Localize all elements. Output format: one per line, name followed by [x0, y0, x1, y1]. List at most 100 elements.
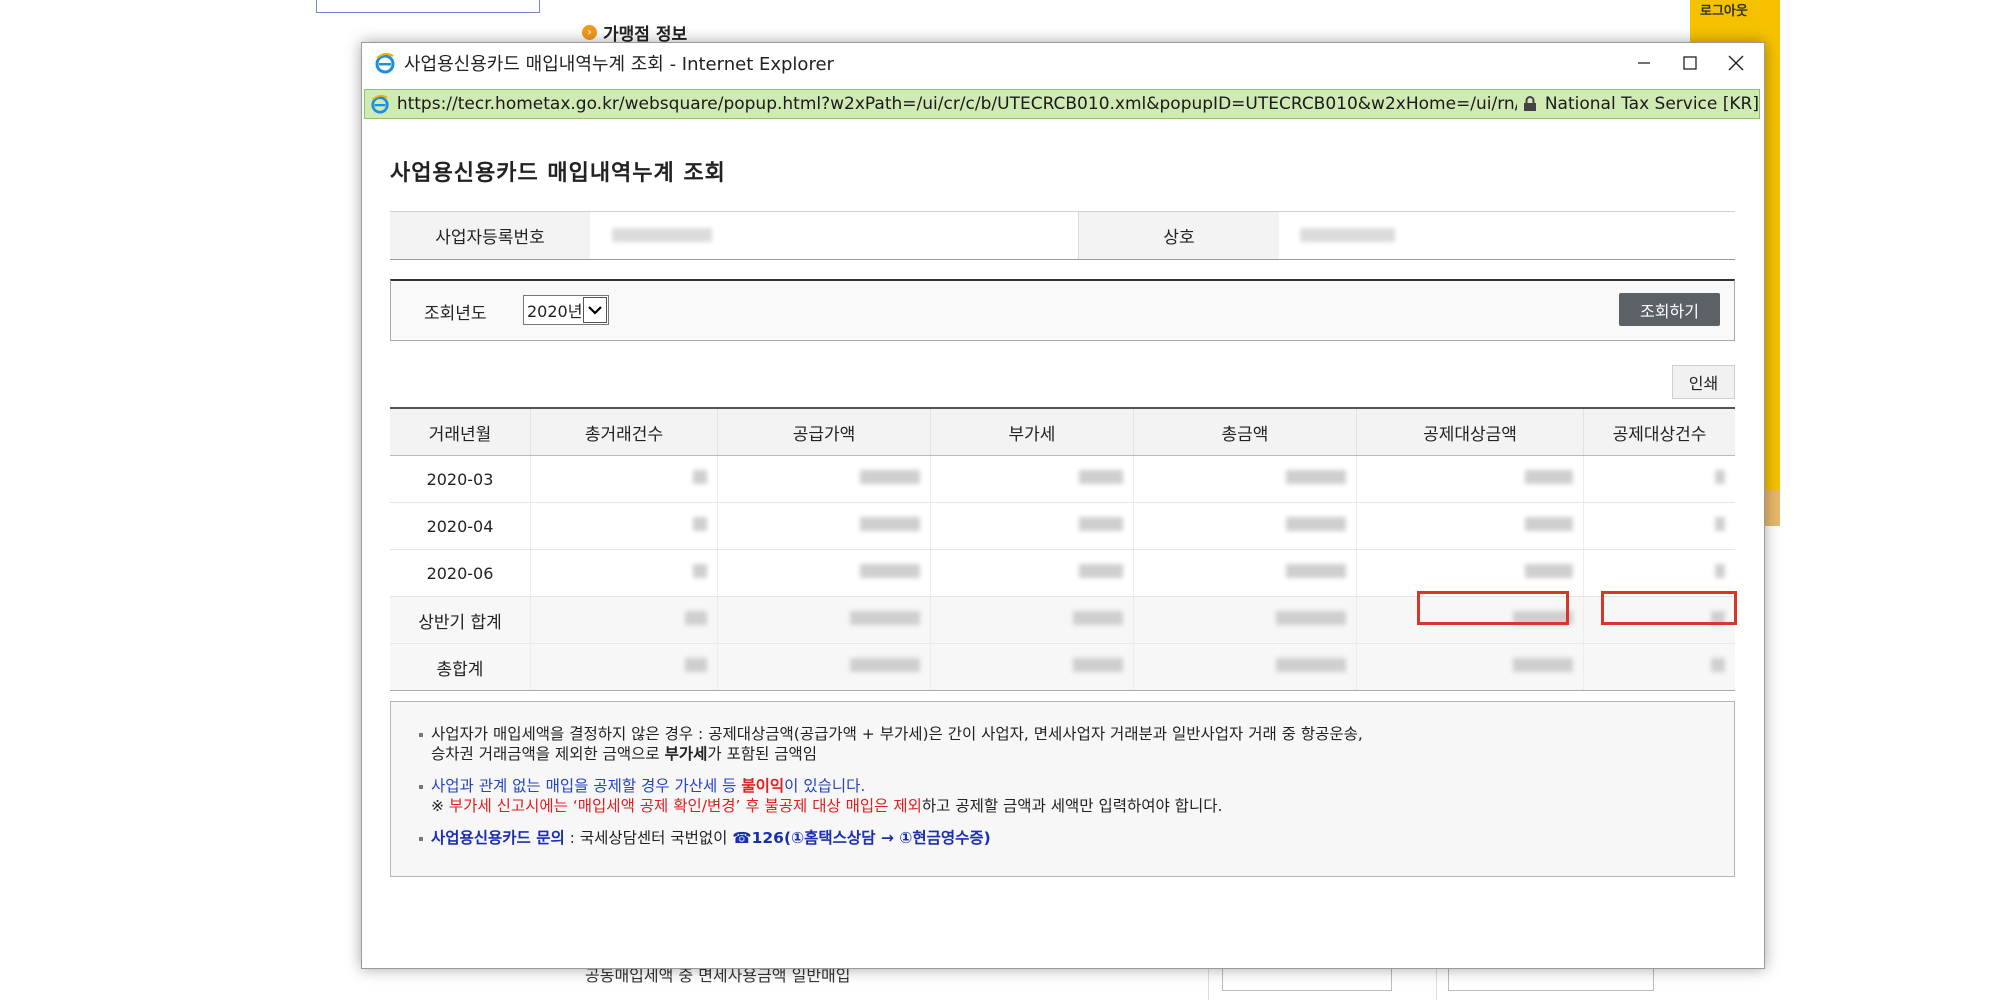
redacted-value: [693, 517, 707, 531]
redacted-value: [1715, 517, 1725, 531]
notice-emphasis: 불이익: [741, 777, 785, 795]
column-header: 거래년월: [390, 407, 531, 456]
print-button[interactable]: 인쇄: [1672, 365, 1735, 399]
redacted-value: [685, 658, 707, 672]
table-row: 2020-03: [390, 455, 1735, 503]
table-cell: [930, 549, 1134, 597]
address-bar[interactable]: https://tecr.hometax.go.kr/websquare/pop…: [364, 89, 1760, 119]
minimize-button[interactable]: [1624, 49, 1664, 77]
table-cell: [1583, 549, 1735, 597]
table-cell: [530, 549, 718, 597]
table-cell: [1133, 643, 1357, 691]
bullet-icon: [419, 732, 423, 737]
redacted-value: [1079, 470, 1123, 484]
table-cell: [930, 502, 1134, 550]
redacted-value: [1286, 517, 1346, 531]
column-header: 공제대상금액: [1356, 407, 1584, 456]
minimize-icon: [1638, 62, 1650, 64]
business-info-row: 사업자등록번호 상호: [390, 211, 1735, 260]
search-button[interactable]: 조회하기: [1619, 293, 1720, 326]
row-label: 2020-04: [390, 502, 531, 550]
redacted-value: [1286, 564, 1346, 578]
popup-window: 사업용신용카드 매입내역누계 조회 - Internet Explorer ht…: [361, 42, 1765, 969]
row-label: 총합계: [390, 643, 531, 691]
redacted-value: [860, 517, 920, 531]
redacted-value: [850, 658, 920, 672]
year-label: 조회년도: [424, 304, 487, 324]
redacted-value: [1525, 470, 1573, 484]
redacted-value: [1711, 658, 1725, 672]
table-header-row: 거래년월 총거래건수 공급가액 부가세 총금액 공제대상금액 공제대상건수: [390, 407, 1735, 456]
logout-link[interactable]: 로그아웃: [1700, 0, 1748, 19]
address-url[interactable]: https://tecr.hometax.go.kr/websquare/pop…: [397, 94, 1517, 114]
window-titlebar[interactable]: 사업용신용카드 매입내역누계 조회 - Internet Explorer: [362, 43, 1764, 83]
page-title: 사업용신용카드 매입내역누계 조회: [390, 161, 726, 186]
inquiry-link[interactable]: 사업용신용카드 문의: [431, 829, 565, 847]
highlight-box-deductible-amount: [1417, 591, 1569, 625]
business-number-value-redacted: [612, 228, 712, 242]
company-name-label: 상호: [1078, 212, 1279, 259]
chevron-right-icon: ›: [582, 25, 597, 40]
table-cell: [530, 455, 718, 503]
year-select[interactable]: 2020년: [523, 295, 609, 325]
close-button[interactable]: [1716, 49, 1756, 77]
notice-item: 사업자가 매입세액을 결정하지 않은 경우 : 공제대상금액(공급가액 + 부가…: [419, 724, 1363, 764]
table-cell: [1583, 502, 1735, 550]
site-identity[interactable]: National Tax Service [KR]: [1545, 94, 1759, 114]
year-select-value: 2020년: [527, 302, 583, 321]
table-row: 2020-06: [390, 549, 1735, 597]
column-header: 총금액: [1133, 407, 1357, 456]
table-cell: [530, 596, 718, 644]
notice-text: 하고 공제할 금액과 세액만 입력하여야 합니다.: [921, 797, 1223, 815]
notice-text: 가 포함된 금액임: [707, 745, 818, 763]
window-title: 사업용신용카드 매입내역누계 조회 - Internet Explorer: [404, 54, 834, 75]
redacted-value: [1715, 564, 1725, 578]
redacted-value: [1286, 470, 1346, 484]
row-label: 2020-06: [390, 549, 531, 597]
redacted-value: [1073, 658, 1123, 672]
table-cell: [1133, 455, 1357, 503]
table-cell: [1356, 549, 1584, 597]
lock-icon[interactable]: [1523, 96, 1537, 112]
table-cell: [930, 643, 1134, 691]
internet-explorer-icon: [374, 52, 396, 74]
background-input: [316, 0, 540, 13]
notice-text: 사업자가 매입세액을 결정하지 않은 경우 : 공제대상금액(공급가액 + 부가…: [431, 725, 1363, 743]
notice-text: 승차권 거래금액을 제외한 금액으로: [431, 745, 665, 763]
redacted-value: [1513, 658, 1573, 672]
notice-text: ※: [431, 797, 449, 815]
company-name-value-redacted: [1300, 228, 1395, 242]
close-icon: [1728, 55, 1744, 71]
notice-emphasis: 부가세: [664, 745, 708, 763]
table-row: 2020-04: [390, 502, 1735, 550]
maximize-button[interactable]: [1670, 49, 1710, 77]
redacted-value: [1525, 517, 1573, 531]
table-body: 2020-03 2020-04 2020-06 상반기 합계 총합계: [390, 455, 1735, 691]
table-cell: [530, 502, 718, 550]
bullet-icon: [419, 784, 423, 789]
notice-box: 사업자가 매입세액을 결정하지 않은 경우 : 공제대상금액(공급가액 + 부가…: [390, 701, 1735, 877]
notice-text: : 국세상담센터 국번없이: [564, 829, 733, 847]
redacted-value: [1073, 611, 1123, 625]
notice-item: 사업과 관계 없는 매입을 공제할 경우 가산세 등 불이익이 있습니다. ※ …: [419, 776, 1222, 816]
purchase-summary-table: 거래년월 총거래건수 공급가액 부가세 총금액 공제대상금액 공제대상건수 20…: [390, 407, 1735, 691]
table-cell: [1133, 596, 1357, 644]
search-panel: 조회년도 2020년 조회하기: [390, 279, 1735, 341]
table-row: 총합계: [390, 643, 1735, 691]
table-cell: [1356, 502, 1584, 550]
highlight-box-deductible-count: [1601, 591, 1737, 625]
redacted-value: [693, 470, 707, 484]
table-cell: [1583, 643, 1735, 691]
chevron-down-icon[interactable]: [583, 297, 607, 323]
redacted-value: [1525, 564, 1573, 578]
column-header: 공급가액: [717, 407, 931, 456]
redacted-value: [1079, 564, 1123, 578]
notice-text: 이 있습니다.: [784, 777, 866, 795]
table-cell: [1133, 549, 1357, 597]
table-cell: [1356, 455, 1584, 503]
column-header: 총거래건수: [530, 407, 718, 456]
redacted-value: [1715, 470, 1725, 484]
redacted-value: [860, 470, 920, 484]
redacted-value: [1276, 611, 1346, 625]
table-cell: [717, 643, 931, 691]
